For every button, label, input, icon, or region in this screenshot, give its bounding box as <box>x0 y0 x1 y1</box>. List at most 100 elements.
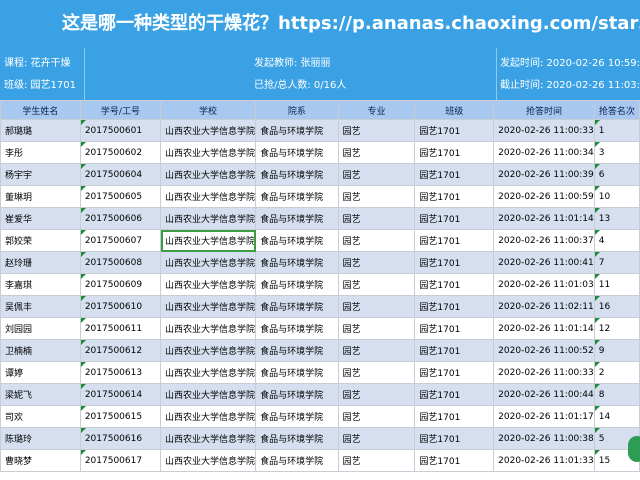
student-name-cell[interactable]: 李嘉琪 <box>0 273 81 296</box>
answer-time-cell[interactable]: 2020-02-26 11:00:38 <box>493 427 595 450</box>
student-id-cell[interactable]: 2017500617 <box>79 449 162 472</box>
student-name-cell[interactable]: 董琳玥 <box>0 185 81 208</box>
answer-time-cell[interactable]: 2020-02-26 11:00:33 <box>493 361 595 384</box>
department-cell[interactable]: 食品与环境学院 <box>255 207 339 230</box>
school-cell[interactable]: 山西农业大学信息学院 <box>160 229 257 252</box>
answer-time-cell[interactable]: 2020-02-26 11:01:17 <box>493 405 595 428</box>
class-cell[interactable]: 园艺1701 <box>414 449 495 472</box>
student-name-cell[interactable]: 谭婷 <box>0 361 81 384</box>
student-id-cell[interactable]: 2017500614 <box>79 383 162 406</box>
answer-time-cell[interactable]: 2020-02-26 11:00:39 <box>493 163 595 186</box>
school-cell[interactable]: 山西农业大学信息学院 <box>160 185 257 208</box>
rank-cell[interactable]: 4 <box>593 229 640 252</box>
student-name-cell[interactable]: 李彤 <box>0 141 81 164</box>
answer-time-cell[interactable]: 2020-02-26 11:01:03 <box>493 273 595 296</box>
student-id-cell[interactable]: 2017500605 <box>79 185 162 208</box>
student-id-cell[interactable]: 2017500606 <box>79 207 162 230</box>
rank-cell[interactable]: 3 <box>593 141 640 164</box>
department-cell[interactable]: 食品与环境学院 <box>255 449 339 472</box>
school-cell[interactable]: 山西农业大学信息学院 <box>160 405 257 428</box>
major-cell[interactable]: 园艺 <box>337 405 416 428</box>
title-row[interactable]: 这是哪一种类型的干燥花？https://p.ananas.chaoxing.co… <box>0 0 640 48</box>
major-cell[interactable]: 园艺 <box>337 361 416 384</box>
major-cell[interactable]: 园艺 <box>337 163 416 186</box>
student-name-cell[interactable]: 杨宇宇 <box>0 163 81 186</box>
column-header[interactable]: 抢答名次 <box>593 100 640 120</box>
column-header[interactable]: 班级 <box>414 100 495 120</box>
school-cell[interactable]: 山西农业大学信息学院 <box>160 317 257 340</box>
major-cell[interactable]: 园艺 <box>337 229 416 252</box>
rank-cell[interactable]: 1 <box>593 119 640 142</box>
department-cell[interactable]: 食品与环境学院 <box>255 339 339 362</box>
major-cell[interactable]: 园艺 <box>337 185 416 208</box>
class-cell[interactable]: 园艺1701 <box>414 405 495 428</box>
student-name-cell[interactable]: 梁妮飞 <box>0 383 81 406</box>
rank-cell[interactable]: 9 <box>593 339 640 362</box>
school-cell[interactable]: 山西农业大学信息学院 <box>160 207 257 230</box>
school-cell[interactable]: 山西农业大学信息学院 <box>160 361 257 384</box>
major-cell[interactable]: 园艺 <box>337 119 416 142</box>
school-cell[interactable]: 山西农业大学信息学院 <box>160 251 257 274</box>
school-cell[interactable]: 山西农业大学信息学院 <box>160 119 257 142</box>
student-name-cell[interactable]: 崔爱华 <box>0 207 81 230</box>
class-cell[interactable]: 园艺1701 <box>414 427 495 450</box>
major-cell[interactable]: 园艺 <box>337 427 416 450</box>
rank-cell[interactable]: 13 <box>593 207 640 230</box>
student-id-cell[interactable]: 2017500615 <box>79 405 162 428</box>
school-cell[interactable]: 山西农业大学信息学院 <box>160 339 257 362</box>
answer-time-cell[interactable]: 2020-02-26 11:00:37 <box>493 229 595 252</box>
school-cell[interactable]: 山西农业大学信息学院 <box>160 383 257 406</box>
rank-cell[interactable]: 11 <box>593 273 640 296</box>
class-cell[interactable]: 园艺1701 <box>414 119 495 142</box>
student-id-cell[interactable]: 2017500607 <box>79 229 162 252</box>
major-cell[interactable]: 园艺 <box>337 317 416 340</box>
major-cell[interactable]: 园艺 <box>337 295 416 318</box>
answer-time-cell[interactable]: 2020-02-26 11:00:44 <box>493 383 595 406</box>
class-cell[interactable]: 园艺1701 <box>414 339 495 362</box>
department-cell[interactable]: 食品与环境学院 <box>255 273 339 296</box>
class-cell[interactable]: 园艺1701 <box>414 273 495 296</box>
major-cell[interactable]: 园艺 <box>337 273 416 296</box>
info-rows[interactable]: 课程: 花卉干燥 班级: 园艺1701 发起教师: 张丽丽 已抢/总人数: 0/… <box>0 48 640 100</box>
answer-time-cell[interactable]: 2020-02-26 11:00:52 <box>493 339 595 362</box>
department-cell[interactable]: 食品与环境学院 <box>255 251 339 274</box>
student-name-cell[interactable]: 刘园园 <box>0 317 81 340</box>
answer-time-cell[interactable]: 2020-02-26 11:02:11 <box>493 295 595 318</box>
class-cell[interactable]: 园艺1701 <box>414 229 495 252</box>
student-name-cell[interactable]: 郭姣荣 <box>0 229 81 252</box>
department-cell[interactable]: 食品与环境学院 <box>255 185 339 208</box>
rank-cell[interactable]: 12 <box>593 317 640 340</box>
department-cell[interactable]: 食品与环境学院 <box>255 427 339 450</box>
major-cell[interactable]: 园艺 <box>337 339 416 362</box>
student-name-cell[interactable]: 卫楠楠 <box>0 339 81 362</box>
major-cell[interactable]: 园艺 <box>337 449 416 472</box>
department-cell[interactable]: 食品与环境学院 <box>255 383 339 406</box>
class-cell[interactable]: 园艺1701 <box>414 361 495 384</box>
answer-time-cell[interactable]: 2020-02-26 11:01:14 <box>493 207 595 230</box>
student-id-cell[interactable]: 2017500611 <box>79 317 162 340</box>
major-cell[interactable]: 园艺 <box>337 207 416 230</box>
school-cell[interactable]: 山西农业大学信息学院 <box>160 449 257 472</box>
class-cell[interactable]: 园艺1701 <box>414 251 495 274</box>
school-cell[interactable]: 山西农业大学信息学院 <box>160 427 257 450</box>
column-header[interactable]: 学校 <box>160 100 257 120</box>
student-id-cell[interactable]: 2017500604 <box>79 163 162 186</box>
answer-time-cell[interactable]: 2020-02-26 11:01:14 <box>493 317 595 340</box>
department-cell[interactable]: 食品与环境学院 <box>255 295 339 318</box>
student-name-cell[interactable]: 郝璐璐 <box>0 119 81 142</box>
student-id-cell[interactable]: 2017500613 <box>79 361 162 384</box>
student-id-cell[interactable]: 2017500602 <box>79 141 162 164</box>
department-cell[interactable]: 食品与环境学院 <box>255 163 339 186</box>
class-cell[interactable]: 园艺1701 <box>414 163 495 186</box>
rank-cell[interactable]: 10 <box>593 185 640 208</box>
rank-cell[interactable]: 16 <box>593 295 640 318</box>
school-cell[interactable]: 山西农业大学信息学院 <box>160 141 257 164</box>
column-header[interactable]: 学生姓名 <box>0 100 81 120</box>
rank-cell[interactable]: 7 <box>593 251 640 274</box>
major-cell[interactable]: 园艺 <box>337 251 416 274</box>
answer-time-cell[interactable]: 2020-02-26 11:00:34 <box>493 141 595 164</box>
school-cell[interactable]: 山西农业大学信息学院 <box>160 273 257 296</box>
answer-time-cell[interactable]: 2020-02-26 11:01:33 <box>493 449 595 472</box>
student-name-cell[interactable]: 曹晓梦 <box>0 449 81 472</box>
column-header[interactable]: 院系 <box>255 100 339 120</box>
